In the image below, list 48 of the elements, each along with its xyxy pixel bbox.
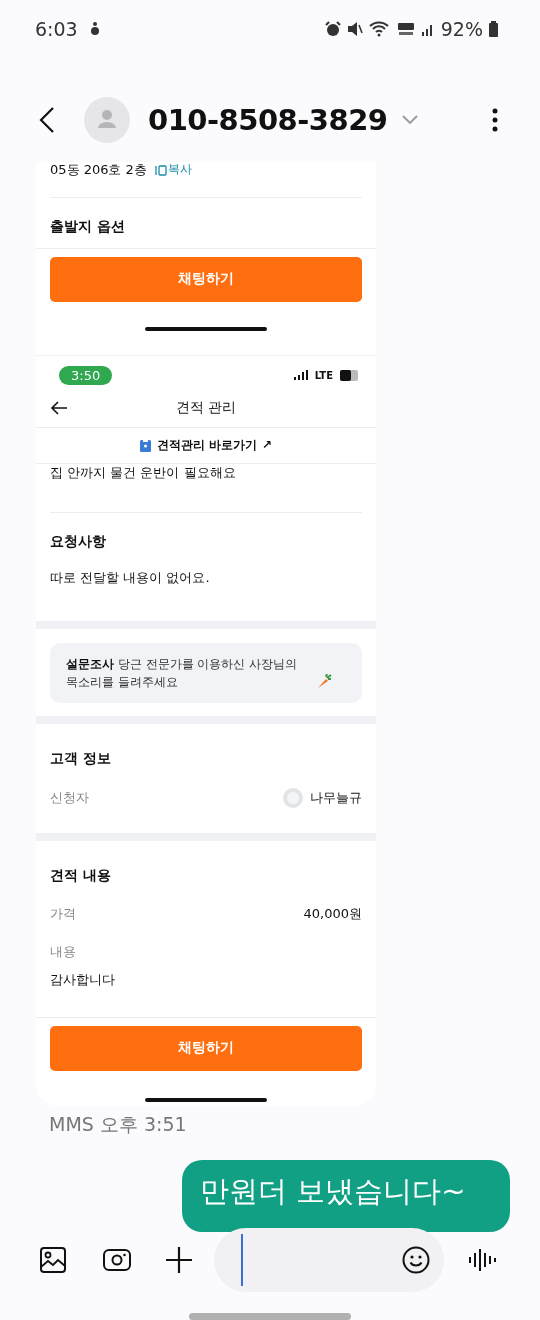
address-text: 05동 206호 2층	[50, 161, 147, 179]
request-text: 따로 전달할 내용이 없어요.	[49, 568, 211, 587]
battery-percent: 92%	[440, 17, 483, 40]
avatar-icon	[84, 96, 130, 143]
field-label: 내용	[49, 942, 77, 961]
more-icon[interactable]	[492, 107, 498, 132]
survey-text: 설문조사 당근 전문가를 이용하신 사장님의 목소리를 들려주세요	[66, 655, 299, 691]
chat-button[interactable]: 채팅하기	[50, 1025, 362, 1071]
note-text: 집 안까지 물건 운반이 필요해요	[49, 463, 237, 482]
content-text: 감사합니다	[49, 970, 116, 989]
section-title: 견적 내용	[49, 866, 112, 885]
avatar-icon	[283, 787, 303, 808]
mute-icon	[346, 20, 363, 37]
network-label: LTE	[314, 369, 333, 381]
quote-manage-link[interactable]: 견적관리 바로가기 ↗	[157, 436, 272, 454]
wifi-icon	[368, 20, 391, 37]
clock: 6:03	[35, 17, 78, 40]
message-meta: MMS 오후 3:51	[49, 1112, 188, 1138]
customer-name: 나무늘규	[310, 788, 362, 807]
sent-message-bubble: 만원더 보냈습니다~	[182, 1160, 510, 1233]
copy-link[interactable]: 복사	[154, 161, 192, 179]
copy-icon	[154, 163, 167, 176]
signal-icon	[293, 370, 308, 381]
page-title: 견적 관리	[175, 398, 237, 417]
chat-button[interactable]: 채팅하기	[50, 256, 362, 302]
price-value: 40,000원	[303, 904, 362, 923]
section-title: 출발지 옵션	[49, 217, 126, 236]
field-label: 신청자	[50, 788, 89, 807]
battery-icon	[489, 20, 498, 37]
camera-icon[interactable]	[103, 1248, 131, 1273]
gallery-icon[interactable]	[40, 1247, 66, 1274]
voice-icon[interactable]	[468, 1247, 496, 1274]
call-time-pill: 3:50	[59, 365, 113, 385]
section-title: 고객 정보	[49, 749, 112, 768]
carrot-icon	[316, 672, 332, 689]
back-arrow-icon[interactable]	[50, 400, 68, 415]
notification-icon	[89, 20, 100, 37]
back-icon[interactable]	[38, 105, 56, 134]
contact-number: 010-8508-3829	[148, 102, 388, 137]
alarm-icon	[324, 20, 341, 37]
plus-icon[interactable]	[166, 1247, 192, 1274]
survey-banner[interactable]: 설문조사 당근 전문가를 이용하신 사장님의 목소리를 들려주세요	[50, 642, 362, 703]
battery-icon	[340, 369, 360, 381]
section-title: 요청사항	[49, 532, 107, 551]
caret-icon[interactable]	[401, 114, 418, 125]
emoji-icon[interactable]	[402, 1246, 430, 1275]
field-label: 가격	[50, 904, 76, 923]
clipboard-icon	[140, 438, 152, 452]
